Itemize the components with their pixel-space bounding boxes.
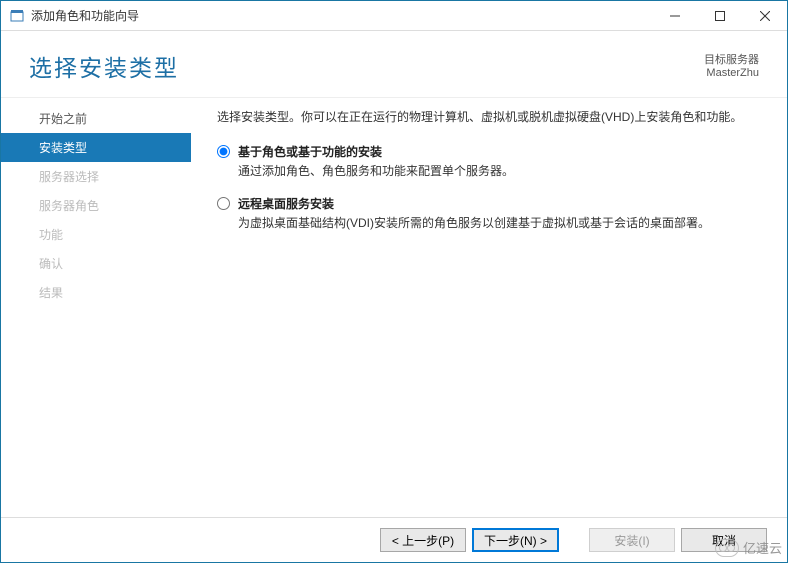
close-button[interactable] [742, 1, 787, 31]
option-role-based-desc: 通过添加角色、角色服务和功能来配置单个服务器。 [238, 162, 514, 179]
install-button: 安装(I) [589, 528, 675, 552]
instruction-text: 选择安装类型。你可以在正在运行的物理计算机、虚拟机或脱机虚拟硬盘(VHD)上安装… [217, 108, 765, 125]
window-title: 添加角色和功能向导 [31, 7, 652, 24]
nav-item-results: 结果 [1, 278, 191, 307]
wizard-header: 选择安装类型 目标服务器 MasterZhu [1, 31, 787, 91]
minimize-icon [670, 11, 680, 21]
radio-remote-desktop[interactable] [217, 197, 230, 210]
close-icon [760, 11, 770, 21]
wizard-content: 开始之前 安装类型 服务器选择 服务器角色 功能 确认 结果 选择安装类型。你可… [1, 97, 787, 517]
wizard-window: 添加角色和功能向导 选择安装类型 目标服务器 MasterZhu 开始之前 安装… [0, 0, 788, 563]
target-server-value: MasterZhu [704, 67, 759, 79]
target-server-info: 目标服务器 MasterZhu [704, 51, 759, 79]
nav-item-features: 功能 [1, 220, 191, 249]
option-role-based-title: 基于角色或基于功能的安装 [238, 143, 514, 160]
main-panel: 选择安装类型。你可以在正在运行的物理计算机、虚拟机或脱机虚拟硬盘(VHD)上安装… [191, 98, 787, 517]
previous-button[interactable]: < 上一步(P) [380, 528, 466, 552]
option-role-based[interactable]: 基于角色或基于功能的安装 通过添加角色、角色服务和功能来配置单个服务器。 [217, 143, 765, 179]
option-remote-desktop-title: 远程桌面服务安装 [238, 195, 710, 212]
nav-item-installation-type[interactable]: 安装类型 [1, 133, 191, 162]
titlebar: 添加角色和功能向导 [1, 1, 787, 31]
option-role-based-text: 基于角色或基于功能的安装 通过添加角色、角色服务和功能来配置单个服务器。 [238, 143, 514, 179]
maximize-icon [715, 11, 725, 21]
maximize-button[interactable] [697, 1, 742, 31]
cancel-button[interactable]: 取消 [681, 528, 767, 552]
target-server-label: 目标服务器 [704, 51, 759, 67]
option-remote-desktop[interactable]: 远程桌面服务安装 为虚拟桌面基础结构(VDI)安装所需的角色服务以创建基于虚拟机… [217, 195, 765, 231]
titlebar-controls [652, 1, 787, 31]
nav-item-server-selection[interactable]: 服务器选择 [1, 162, 191, 191]
nav-item-server-roles: 服务器角色 [1, 191, 191, 220]
minimize-button[interactable] [652, 1, 697, 31]
wizard-footer: < 上一步(P) 下一步(N) > 安装(I) 取消 [1, 517, 787, 562]
option-remote-desktop-text: 远程桌面服务安装 为虚拟桌面基础结构(VDI)安装所需的角色服务以创建基于虚拟机… [238, 195, 710, 231]
nav-item-confirmation: 确认 [1, 249, 191, 278]
radio-role-based[interactable] [217, 145, 230, 158]
app-icon [9, 8, 25, 24]
next-button[interactable]: 下一步(N) > [472, 528, 559, 552]
button-gap [565, 528, 583, 552]
page-title: 选择安装类型 [29, 49, 704, 83]
nav-item-before-you-begin[interactable]: 开始之前 [1, 104, 191, 133]
option-remote-desktop-desc: 为虚拟桌面基础结构(VDI)安装所需的角色服务以创建基于虚拟机或基于会话的桌面部… [238, 214, 710, 231]
wizard-nav: 开始之前 安装类型 服务器选择 服务器角色 功能 确认 结果 [1, 98, 191, 517]
